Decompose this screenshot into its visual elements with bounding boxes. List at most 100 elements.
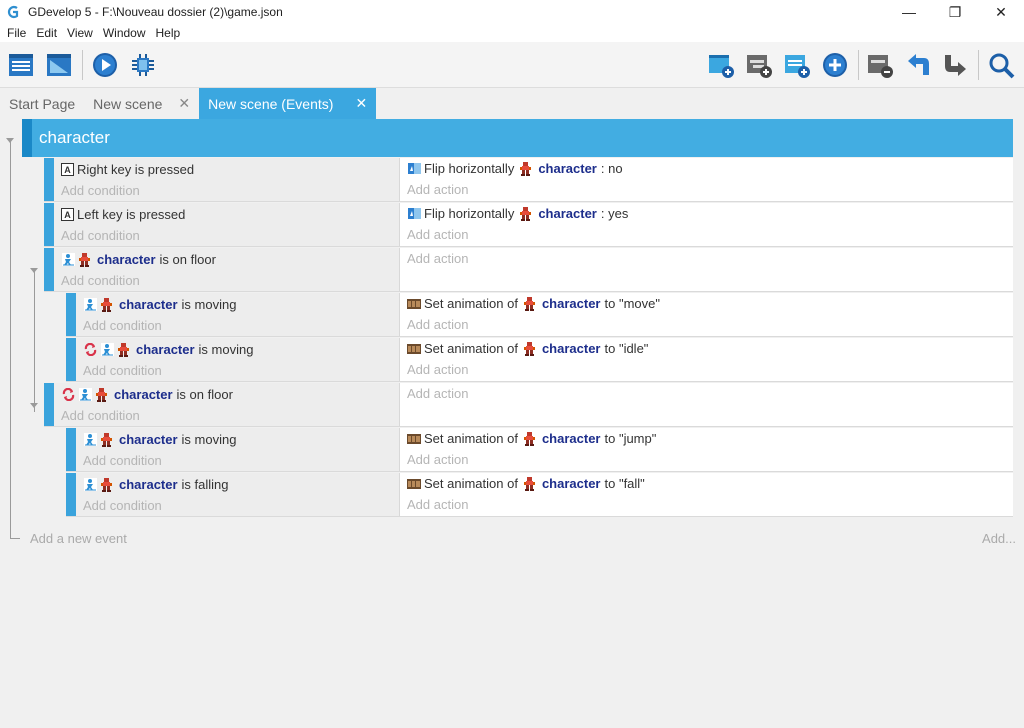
event-drag-handle[interactable]: [44, 383, 54, 427]
conditions-panel[interactable]: character is falling Add condition: [76, 473, 400, 516]
event-group-header[interactable]: character: [22, 119, 1013, 157]
action-line[interactable]: Set animation of character to "move": [407, 296, 660, 311]
condition-line[interactable]: character is moving: [83, 342, 253, 357]
event-row[interactable]: Flip horizontally character: yes Add actio…: [44, 203, 1013, 247]
event-drag-handle[interactable]: [44, 158, 54, 202]
action-line[interactable]: Set animation of character to "fall": [407, 476, 645, 491]
tab-new-scene[interactable]: New scene ✕: [84, 88, 199, 119]
conditions-panel[interactable]: character is moving Add condition: [76, 428, 400, 471]
add-more-icon[interactable]: [820, 50, 850, 80]
conditions-panel[interactable]: character is on floor Add condition: [54, 248, 400, 291]
actions-panel[interactable]: Set animation of character to "fall" Add ac…: [400, 473, 1013, 516]
add-action-link[interactable]: Add action: [407, 362, 468, 377]
conditions-panel[interactable]: character is moving Add condition: [76, 293, 400, 336]
flip-horizontal-icon: [407, 162, 421, 176]
add-condition-link[interactable]: Add condition: [61, 408, 140, 423]
search-icon[interactable]: [986, 50, 1016, 80]
undo-icon[interactable]: [903, 50, 933, 80]
tab-new-scene-events[interactable]: New scene (Events) ✕: [199, 88, 377, 119]
action-line[interactable]: Set animation of character to "jump": [407, 431, 656, 446]
row-separator: [44, 426, 1013, 427]
collapse-arrow-icon[interactable]: [6, 138, 14, 143]
collapse-arrow-icon[interactable]: [30, 268, 38, 273]
actions-panel[interactable]: Add action: [400, 248, 1013, 291]
sprite-object-icon: [519, 161, 532, 176]
platformer-behavior-icon: [83, 433, 97, 447]
condition-line[interactable]: character is falling: [83, 477, 229, 492]
add-action-link[interactable]: Add action: [407, 317, 468, 332]
menu-edit[interactable]: Edit: [31, 26, 62, 40]
action-line[interactable]: Flip horizontally character: no: [407, 161, 623, 176]
add-comment-icon[interactable]: [782, 50, 812, 80]
event-drag-handle[interactable]: [44, 248, 54, 292]
add-condition-link[interactable]: Add condition: [61, 183, 140, 198]
condition-line[interactable]: A Left key is pressed: [61, 207, 185, 222]
condition-line[interactable]: character is on floor: [61, 387, 233, 402]
close-button[interactable]: ✕: [978, 0, 1024, 24]
add-condition-link[interactable]: Add condition: [83, 363, 162, 378]
preview-play-icon[interactable]: [90, 50, 120, 80]
conditions-panel[interactable]: character is on floor Add condition: [54, 383, 400, 426]
condition-line[interactable]: character is moving: [83, 297, 236, 312]
event-row[interactable]: Set animation of character to "move" Add ac…: [66, 293, 1013, 337]
scene-editor-icon[interactable]: [44, 50, 74, 80]
tree-line: [10, 139, 11, 539]
menu-help[interactable]: Help: [151, 26, 186, 40]
toolbar-separator: [82, 50, 83, 80]
add-condition-link[interactable]: Add condition: [61, 228, 140, 243]
conditions-panel[interactable]: character is moving Add condition: [76, 338, 400, 381]
condition-line[interactable]: A Right key is pressed: [61, 162, 194, 177]
add-subevent-icon[interactable]: [744, 50, 774, 80]
add-menu-link[interactable]: Add...: [982, 531, 1016, 546]
event-drag-handle[interactable]: [66, 293, 76, 337]
add-event-icon[interactable]: [706, 50, 736, 80]
project-manager-icon[interactable]: [6, 50, 36, 80]
add-action-link[interactable]: Add action: [407, 227, 468, 242]
add-new-event-link[interactable]: Add a new event: [30, 531, 127, 546]
minimize-button[interactable]: —: [886, 0, 932, 24]
event-drag-handle[interactable]: [66, 338, 76, 382]
tab-start-page[interactable]: Start Page: [0, 88, 84, 119]
condition-line[interactable]: character is on floor: [61, 252, 216, 267]
add-action-link[interactable]: Add action: [407, 497, 468, 512]
actions-panel[interactable]: Set animation of character to "move" Add ac…: [400, 293, 1013, 336]
add-action-link[interactable]: Add action: [407, 386, 468, 401]
actions-panel[interactable]: Flip horizontally character: yes Add actio…: [400, 203, 1013, 246]
conditions-panel[interactable]: A Right key is pressed Add condition: [54, 158, 400, 201]
condition-line[interactable]: character is moving: [83, 432, 236, 447]
collapse-arrow-icon[interactable]: [30, 403, 38, 408]
actions-panel[interactable]: Flip horizontally character: no Add action: [400, 158, 1013, 201]
actions-panel[interactable]: Set animation of character to "jump" Add ac…: [400, 428, 1013, 471]
event-row[interactable]: Add action character is on floor Add condit…: [44, 248, 1013, 292]
menu-view[interactable]: View: [62, 26, 98, 40]
conditions-panel[interactable]: A Left key is pressed Add condition: [54, 203, 400, 246]
action-line[interactable]: Set animation of character to "idle": [407, 341, 648, 356]
menu-window[interactable]: Window: [98, 26, 151, 40]
menu-file[interactable]: File: [2, 26, 31, 40]
event-row[interactable]: Flip horizontally character: no Add action…: [44, 158, 1013, 202]
debugger-icon[interactable]: [128, 50, 158, 80]
add-condition-link[interactable]: Add condition: [61, 273, 140, 288]
actions-panel[interactable]: Add action: [400, 383, 1013, 426]
add-condition-link[interactable]: Add condition: [83, 498, 162, 513]
event-drag-handle[interactable]: [44, 203, 54, 247]
redo-icon[interactable]: [941, 50, 971, 80]
close-icon[interactable]: ✕: [178, 95, 190, 112]
event-row[interactable]: Set animation of character to "idle" Add ac…: [66, 338, 1013, 382]
actions-panel[interactable]: Set animation of character to "idle" Add ac…: [400, 338, 1013, 381]
delete-icon[interactable]: [865, 50, 895, 80]
add-action-link[interactable]: Add action: [407, 182, 468, 197]
close-icon[interactable]: ✕: [355, 95, 367, 112]
event-row[interactable]: Set animation of character to "fall" Add ac…: [66, 473, 1013, 517]
row-separator: [44, 291, 1013, 292]
event-drag-handle[interactable]: [66, 473, 76, 517]
event-row[interactable]: Add action character is on floor Add condit…: [44, 383, 1013, 427]
add-condition-link[interactable]: Add condition: [83, 318, 162, 333]
event-row[interactable]: Set animation of character to "jump" Add ac…: [66, 428, 1013, 472]
add-action-link[interactable]: Add action: [407, 452, 468, 467]
add-condition-link[interactable]: Add condition: [83, 453, 162, 468]
add-action-link[interactable]: Add action: [407, 251, 468, 266]
maximize-button[interactable]: ❐: [932, 0, 978, 24]
action-line[interactable]: Flip horizontally character: yes: [407, 206, 628, 221]
event-drag-handle[interactable]: [66, 428, 76, 472]
